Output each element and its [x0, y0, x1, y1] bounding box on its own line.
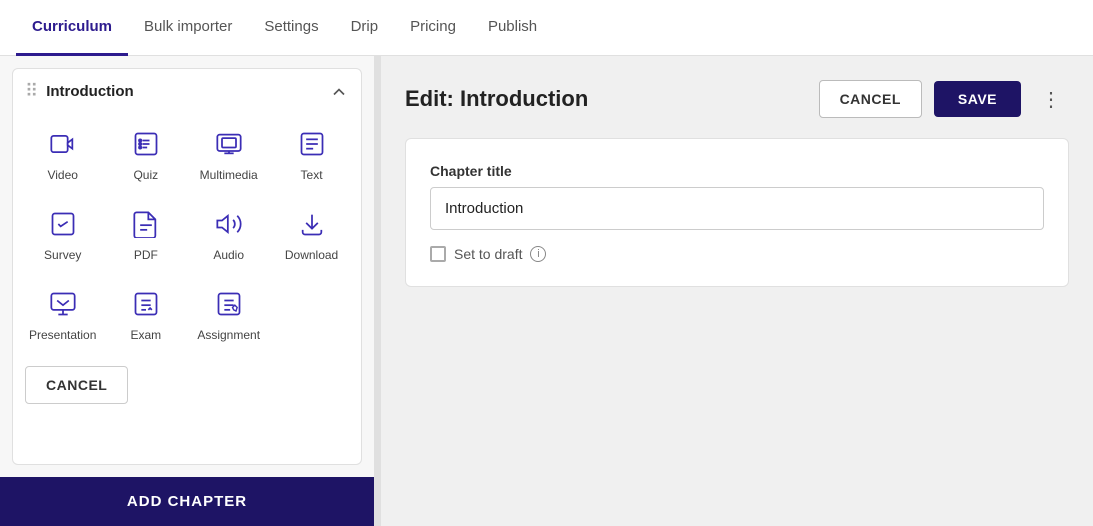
assignment-label: Assignment	[197, 328, 260, 342]
pdf-label: PDF	[134, 248, 158, 262]
main-layout: ⠿ Introduction Video	[0, 56, 1093, 526]
tab-pricing[interactable]: Pricing	[394, 0, 472, 56]
chapter-title-input[interactable]	[430, 187, 1044, 230]
content-item-multimedia[interactable]: Multimedia	[191, 118, 266, 190]
collapse-icon[interactable]	[329, 82, 349, 102]
audio-icon	[211, 206, 247, 242]
content-item-assignment[interactable]: Assignment	[191, 278, 266, 350]
exam-icon	[128, 286, 164, 322]
content-item-exam[interactable]: Exam	[108, 278, 183, 350]
video-icon	[45, 126, 81, 162]
set-to-draft-checkbox[interactable]	[430, 246, 446, 262]
chapter-title: Introduction	[46, 83, 133, 100]
content-type-grid: Video Quiz Multimedia	[25, 118, 349, 350]
presentation-label: Presentation	[29, 328, 96, 342]
info-icon[interactable]: i	[530, 246, 546, 262]
chapter-section: ⠿ Introduction Video	[12, 68, 362, 465]
right-panel: Edit: Introduction CANCEL SAVE ⋮ Chapter…	[381, 56, 1093, 526]
add-chapter-button[interactable]: ADD CHAPTER	[0, 477, 374, 526]
tab-bulk-importer[interactable]: Bulk importer	[128, 0, 248, 56]
edit-header: Edit: Introduction CANCEL SAVE ⋮	[405, 80, 1069, 118]
chapter-header-left: ⠿ Introduction	[25, 81, 134, 102]
cancel-section-button[interactable]: CANCEL	[25, 366, 128, 404]
save-button[interactable]: SAVE	[934, 81, 1021, 117]
tab-curriculum[interactable]: Curriculum	[16, 0, 128, 56]
text-label: Text	[301, 168, 323, 182]
audio-label: Audio	[213, 248, 244, 262]
draft-row: Set to draft i	[430, 246, 1044, 262]
chapter-header: ⠿ Introduction	[25, 81, 349, 102]
download-icon	[294, 206, 330, 242]
cancel-edit-button[interactable]: CANCEL	[819, 80, 922, 118]
quiz-icon	[128, 126, 164, 162]
content-item-quiz[interactable]: Quiz	[108, 118, 183, 190]
download-label: Download	[285, 248, 338, 262]
pdf-icon	[128, 206, 164, 242]
survey-label: Survey	[44, 248, 81, 262]
edit-title: Edit: Introduction	[405, 86, 807, 112]
content-item-pdf[interactable]: PDF	[108, 198, 183, 270]
tab-settings[interactable]: Settings	[248, 0, 334, 56]
draft-label: Set to draft	[454, 246, 522, 262]
top-nav: Curriculum Bulk importer Settings Drip P…	[0, 0, 1093, 56]
edit-card: Chapter title Set to draft i	[405, 138, 1069, 287]
more-options-button[interactable]: ⋮	[1033, 83, 1069, 116]
content-item-download[interactable]: Download	[274, 198, 349, 270]
content-item-presentation[interactable]: Presentation	[25, 278, 100, 350]
chapter-title-label: Chapter title	[430, 163, 1044, 179]
content-item-survey[interactable]: Survey	[25, 198, 100, 270]
tab-drip[interactable]: Drip	[335, 0, 395, 56]
multimedia-label: Multimedia	[200, 168, 258, 182]
quiz-label: Quiz	[133, 168, 158, 182]
tab-publish[interactable]: Publish	[472, 0, 553, 56]
video-label: Video	[47, 168, 77, 182]
content-item-text[interactable]: Text	[274, 118, 349, 190]
drag-handle-icon[interactable]: ⠿	[25, 81, 38, 102]
presentation-icon	[45, 286, 81, 322]
content-item-video[interactable]: Video	[25, 118, 100, 190]
left-panel: ⠿ Introduction Video	[0, 56, 375, 526]
multimedia-icon	[211, 126, 247, 162]
text-icon	[294, 126, 330, 162]
content-item-audio[interactable]: Audio	[191, 198, 266, 270]
exam-label: Exam	[130, 328, 161, 342]
survey-icon	[45, 206, 81, 242]
assignment-icon	[211, 286, 247, 322]
